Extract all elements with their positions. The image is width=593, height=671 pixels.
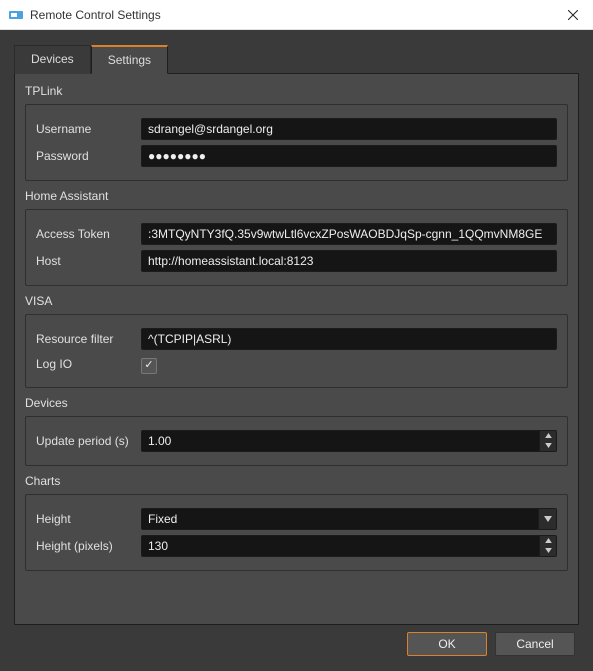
cancel-button[interactable]: Cancel	[495, 632, 575, 656]
remote-control-settings-window: Remote Control Settings Devices Settings…	[0, 0, 593, 671]
charts-title: Charts	[25, 474, 568, 488]
tplink-password-input[interactable]	[141, 145, 557, 167]
charts-heightpx-label: Height (pixels)	[36, 539, 141, 553]
ha-token-input[interactable]	[141, 223, 557, 245]
check-icon: ✓	[144, 360, 153, 371]
ha-title: Home Assistant	[25, 189, 568, 203]
ha-token-label: Access Token	[36, 227, 141, 241]
tplink-title: TPLink	[25, 84, 568, 98]
update-period-input[interactable]	[141, 430, 539, 452]
charts-group: Height Fixed Height (pixels)	[25, 494, 568, 571]
spin-up-button[interactable]	[540, 536, 556, 546]
charts-heightpx-input[interactable]	[141, 535, 539, 557]
chevron-down-icon	[538, 509, 556, 529]
window-title: Remote Control Settings	[30, 8, 553, 22]
devices-title: Devices	[25, 396, 568, 410]
devices-group: Update period (s)	[25, 416, 568, 466]
spin-down-button[interactable]	[540, 546, 556, 556]
settings-pane: TPLink Username Password Home Assistant …	[14, 74, 579, 625]
visa-title: VISA	[25, 294, 568, 308]
tplink-username-input[interactable]	[141, 118, 557, 140]
tplink-username-label: Username	[36, 122, 141, 136]
charts-height-combo[interactable]: Fixed	[141, 508, 557, 530]
client-area: Devices Settings TPLink Username Passwor…	[0, 30, 593, 671]
ha-host-label: Host	[36, 254, 141, 268]
dialog-footer: OK Cancel	[14, 625, 579, 663]
ok-button[interactable]: OK	[407, 632, 487, 656]
charts-height-label: Height	[36, 512, 141, 526]
charts-height-value: Fixed	[142, 512, 538, 526]
spin-down-button[interactable]	[540, 441, 556, 451]
ha-host-input[interactable]	[141, 250, 557, 272]
visa-logio-checkbox[interactable]: ✓	[141, 358, 157, 374]
visa-filter-label: Resource filter	[36, 332, 141, 346]
titlebar: Remote Control Settings	[0, 0, 593, 30]
update-period-label: Update period (s)	[36, 434, 141, 448]
ha-group: Access Token Host	[25, 209, 568, 286]
visa-logio-label: Log IO	[36, 357, 141, 371]
tplink-password-label: Password	[36, 149, 141, 163]
visa-group: Resource filter Log IO ✓	[25, 314, 568, 388]
app-icon	[8, 7, 24, 23]
tplink-group: Username Password	[25, 104, 568, 181]
close-button[interactable]	[553, 0, 593, 30]
visa-filter-input[interactable]	[141, 328, 557, 350]
tab-devices[interactable]: Devices	[14, 45, 91, 74]
tab-bar: Devices Settings	[14, 44, 579, 74]
spin-up-button[interactable]	[540, 431, 556, 441]
tab-settings[interactable]: Settings	[91, 45, 168, 74]
charts-heightpx-spinbox[interactable]	[141, 535, 557, 557]
update-period-spinbox[interactable]	[141, 430, 557, 452]
